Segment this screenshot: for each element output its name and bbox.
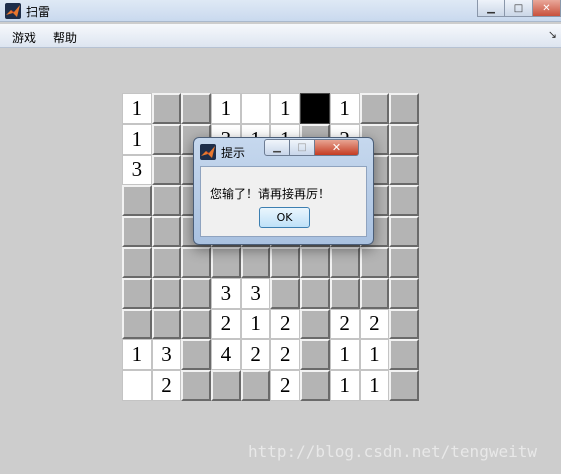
- number-cell[interactable]: 1: [329, 370, 360, 401]
- covered-cell[interactable]: [122, 308, 152, 340]
- covered-cell[interactable]: [181, 93, 212, 124]
- dialog-title: 提示: [221, 146, 246, 160]
- covered-cell[interactable]: [300, 277, 330, 309]
- menu-game[interactable]: 游戏: [10, 29, 38, 46]
- covered-cell[interactable]: [389, 123, 419, 155]
- number-cell[interactable]: 3: [122, 154, 152, 186]
- dialog-controls: ▁ □ ✕: [264, 139, 359, 156]
- number-cell[interactable]: 3: [211, 277, 241, 309]
- number-cell[interactable]: 2: [270, 370, 301, 401]
- covered-cell[interactable]: [151, 246, 182, 278]
- maximize-icon[interactable]: □: [505, 0, 533, 17]
- number-cell[interactable]: 1: [211, 93, 241, 124]
- number-cell[interactable]: 1: [122, 93, 152, 124]
- number-cell[interactable]: 1: [359, 339, 390, 371]
- matlab-icon: [5, 3, 21, 19]
- number-cell[interactable]: 2: [151, 370, 182, 401]
- window-title: 扫雷: [26, 5, 51, 19]
- dock-arrow-icon[interactable]: ↘: [548, 28, 557, 41]
- menu-bar: 游戏 帮助 ↘: [0, 24, 561, 48]
- empty-cell[interactable]: [240, 93, 271, 124]
- number-cell[interactable]: 2: [270, 308, 301, 340]
- covered-cell[interactable]: [122, 185, 152, 217]
- number-cell[interactable]: 1: [122, 123, 152, 155]
- covered-cell[interactable]: [359, 246, 390, 278]
- covered-cell[interactable]: [270, 246, 301, 278]
- ok-button[interactable]: OK: [259, 207, 310, 228]
- covered-cell[interactable]: [389, 308, 419, 340]
- covered-cell[interactable]: [389, 339, 419, 371]
- number-cell[interactable]: 2: [359, 308, 390, 340]
- number-cell[interactable]: 3: [151, 339, 182, 371]
- covered-cell[interactable]: [300, 246, 330, 278]
- covered-cell[interactable]: [151, 93, 182, 124]
- covered-cell[interactable]: [151, 308, 182, 340]
- number-cell[interactable]: 4: [211, 339, 241, 371]
- covered-cell[interactable]: [389, 93, 419, 124]
- covered-cell[interactable]: [300, 370, 330, 401]
- covered-cell[interactable]: [151, 277, 182, 309]
- covered-cell[interactable]: [389, 216, 419, 247]
- number-cell[interactable]: 1: [122, 339, 152, 371]
- number-cell[interactable]: 1: [240, 308, 271, 340]
- covered-cell[interactable]: [122, 277, 152, 309]
- covered-cell[interactable]: [240, 370, 271, 401]
- empty-cell[interactable]: [122, 370, 152, 401]
- covered-cell[interactable]: [300, 339, 330, 371]
- number-cell[interactable]: 2: [270, 339, 301, 371]
- title-bar: 扫雷 ▁ □ ✕: [0, 0, 561, 22]
- close-icon[interactable]: ✕: [533, 0, 561, 17]
- number-cell[interactable]: 1: [329, 93, 360, 124]
- number-cell[interactable]: 2: [329, 308, 360, 340]
- dialog-body: 您输了！请再接再厉！ OK: [200, 166, 367, 237]
- covered-cell[interactable]: [240, 246, 271, 278]
- covered-cell[interactable]: [389, 154, 419, 186]
- covered-cell[interactable]: [389, 246, 419, 278]
- covered-cell[interactable]: [270, 277, 301, 309]
- covered-cell[interactable]: [329, 277, 360, 309]
- covered-cell[interactable]: [359, 93, 390, 124]
- number-cell[interactable]: 1: [270, 93, 301, 124]
- number-cell[interactable]: 1: [359, 370, 390, 401]
- matlab-icon: [200, 144, 216, 160]
- number-cell[interactable]: 2: [211, 308, 241, 340]
- dialog-close-icon[interactable]: ✕: [315, 139, 359, 156]
- number-cell[interactable]: 2: [240, 339, 271, 371]
- menu-help[interactable]: 帮助: [51, 29, 79, 46]
- covered-cell[interactable]: [181, 246, 212, 278]
- dialog-message: 您输了！请再接再厉！: [210, 187, 331, 201]
- covered-cell[interactable]: [181, 339, 212, 371]
- covered-cell[interactable]: [329, 246, 360, 278]
- covered-cell[interactable]: [122, 246, 152, 278]
- covered-cell[interactable]: [181, 308, 212, 340]
- window-controls: ▁ □ ✕: [477, 0, 561, 18]
- minimize-icon[interactable]: ▁: [477, 0, 505, 17]
- covered-cell[interactable]: [389, 277, 419, 309]
- covered-cell[interactable]: [300, 308, 330, 340]
- covered-cell[interactable]: [389, 185, 419, 217]
- message-dialog: 提示 ▁ □ ✕ 您输了！请再接再厉！ OK: [193, 137, 374, 245]
- dialog-minimize-icon[interactable]: ▁: [264, 139, 290, 156]
- number-cell[interactable]: 1: [329, 339, 360, 371]
- covered-cell[interactable]: [181, 277, 212, 309]
- covered-cell[interactable]: [389, 370, 419, 401]
- watermark-text: http://blog.csdn.net/tengweitw: [248, 442, 537, 461]
- covered-cell[interactable]: [181, 370, 212, 401]
- covered-cell[interactable]: [151, 154, 182, 186]
- covered-cell[interactable]: [151, 123, 182, 155]
- covered-cell[interactable]: [211, 246, 241, 278]
- mine-cell[interactable]: [300, 93, 330, 124]
- covered-cell[interactable]: [151, 216, 182, 247]
- covered-cell[interactable]: [211, 370, 241, 401]
- number-cell[interactable]: 3: [240, 277, 271, 309]
- dialog-maximize-icon: □: [290, 139, 315, 156]
- covered-cell[interactable]: [122, 216, 152, 247]
- covered-cell[interactable]: [151, 185, 182, 217]
- covered-cell[interactable]: [359, 277, 390, 309]
